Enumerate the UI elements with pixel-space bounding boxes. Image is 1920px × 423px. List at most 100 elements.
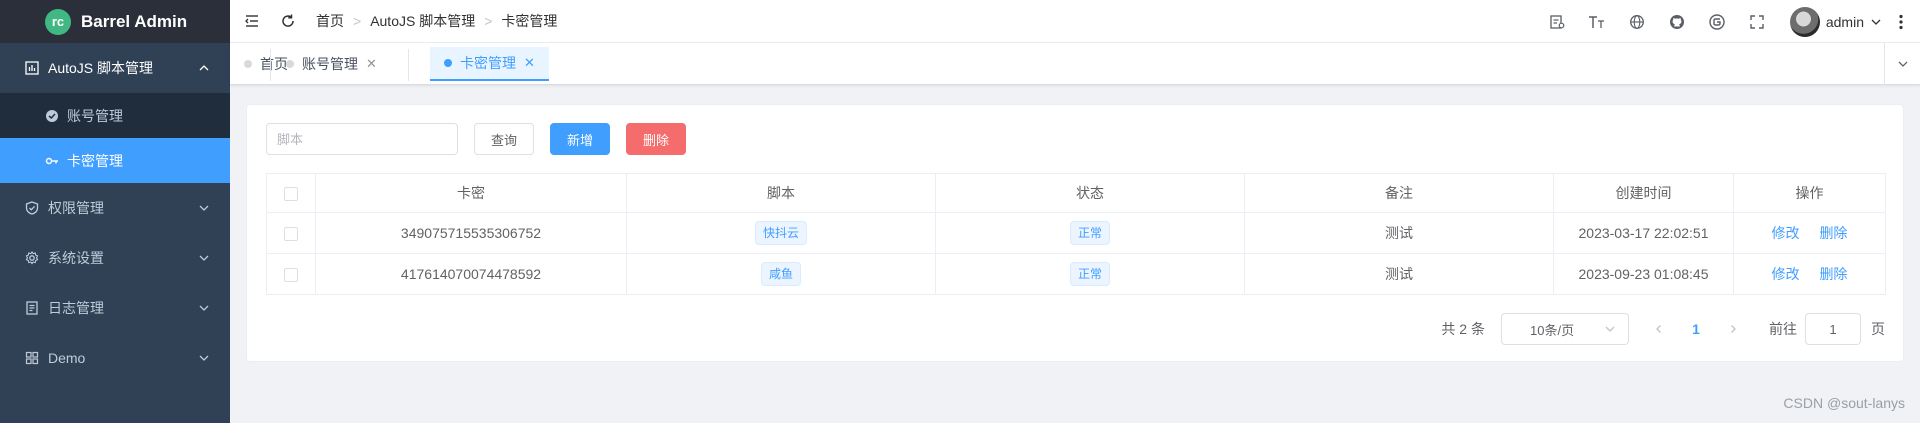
close-icon[interactable]: ✕ <box>524 55 535 71</box>
script-search-input[interactable] <box>266 123 458 155</box>
chevron-down-icon <box>199 255 209 261</box>
tab-account[interactable]: 账号管理 ✕ <box>272 47 391 81</box>
sidebar-item-demo[interactable]: Demo <box>0 333 230 383</box>
pagination: 共 2 条 10条/页 1 前往 页 <box>1441 313 1885 345</box>
script-cell: 咸鱼 <box>626 253 936 295</box>
tab-dot-icon <box>244 60 252 68</box>
more-vertical-icon[interactable] <box>1892 13 1910 31</box>
gear-icon <box>24 250 40 266</box>
select-all-checkbox[interactable] <box>284 187 298 202</box>
query-button[interactable]: 查询 <box>474 123 534 155</box>
navbar: 首页 > AutoJS 脚本管理 > 卡密管理 admin <box>230 0 1920 43</box>
tab-label: 卡密管理 <box>460 55 516 71</box>
remark-cell: 测试 <box>1244 212 1554 254</box>
delete-link[interactable]: 删除 <box>1819 266 1847 282</box>
grid-icon <box>24 350 40 366</box>
watermark: CSDN @sout-lanys <box>1783 395 1905 411</box>
chevron-down-icon <box>199 205 209 211</box>
language-icon[interactable] <box>1628 13 1646 31</box>
logo[interactable]: rc Barrel Admin <box>0 0 230 43</box>
column-header: 创建时间 <box>1553 173 1734 213</box>
sidebar-item-permission[interactable]: 权限管理 <box>0 183 230 233</box>
row-checkbox[interactable] <box>284 268 298 283</box>
avatar[interactable] <box>1789 6 1820 37</box>
account-icon <box>45 109 59 123</box>
status-badge: 正常 <box>1069 262 1110 286</box>
log-icon <box>24 300 40 316</box>
sidebar-item-card[interactable]: 卡密管理 <box>0 138 230 183</box>
chevron-down-icon[interactable] <box>1870 16 1882 28</box>
actions-cell: 修改 删除 <box>1733 212 1886 254</box>
sidebar-item-account[interactable]: 账号管理 <box>0 93 230 138</box>
chevron-down-icon <box>1898 61 1907 67</box>
tab-dot-icon <box>444 59 452 67</box>
sidebar-item-autojs[interactable]: AutoJS 脚本管理 <box>0 43 230 93</box>
row-checkbox[interactable] <box>284 227 298 242</box>
tab-dot-icon <box>286 60 294 68</box>
shield-icon <box>24 200 40 216</box>
fullscreen-icon[interactable] <box>1748 13 1766 31</box>
gitee-icon[interactable] <box>1708 13 1726 31</box>
goto-label: 前往 <box>1769 321 1797 337</box>
breadcrumb-autojs[interactable]: AutoJS 脚本管理 <box>370 11 475 31</box>
page-size-value: 10条/页 <box>1530 322 1575 338</box>
logo-icon: rc <box>45 8 71 35</box>
sidebar-item-label: 日志管理 <box>48 300 104 316</box>
status-badge: 正常 <box>1069 221 1110 245</box>
sidebar-item-settings[interactable]: 系统设置 <box>0 233 230 283</box>
chart-icon <box>24 60 40 76</box>
column-header: 备注 <box>1244 173 1554 213</box>
sidebar-item-logs[interactable]: 日志管理 <box>0 283 230 333</box>
edit-link[interactable]: 修改 <box>1772 266 1800 282</box>
app-title: Barrel Admin <box>81 11 188 31</box>
tab-label: 账号管理 <box>302 56 358 72</box>
script-tag: 咸鱼 <box>760 262 801 286</box>
edit-link[interactable]: 修改 <box>1772 225 1800 241</box>
breadcrumb-separator-icon: > <box>353 13 362 29</box>
user-name[interactable]: admin <box>1826 14 1864 30</box>
table-header: 卡密 脚本 状态 备注 创建时间 操作 <box>266 173 1886 213</box>
tab-card[interactable]: 卡密管理 ✕ <box>430 47 549 81</box>
add-button[interactable]: 新增 <box>550 123 610 155</box>
page-size-select[interactable]: 10条/页 <box>1501 313 1629 345</box>
card-code: 349075715535306752 <box>315 212 627 254</box>
screenshot-icon[interactable] <box>1548 13 1566 31</box>
navbar-tools: admin <box>1526 0 1920 43</box>
close-icon[interactable]: ✕ <box>366 56 377 72</box>
next-page-icon[interactable] <box>1719 315 1747 343</box>
card-code: 417614070074478592 <box>315 253 627 295</box>
actions-cell: 修改 删除 <box>1733 253 1886 295</box>
tabs-dropdown[interactable] <box>1884 43 1920 85</box>
tags-view: 首页 账号管理 ✕ 卡密管理 ✕ <box>230 43 1920 85</box>
breadcrumb: 首页 > AutoJS 脚本管理 > 卡密管理 <box>316 11 557 31</box>
key-icon <box>45 154 59 168</box>
row-select-cell <box>266 212 316 254</box>
sidebar: rc Barrel Admin AutoJS 脚本管理 账号管理 卡密管理 权限… <box>0 0 230 423</box>
github-icon[interactable] <box>1668 13 1686 31</box>
refresh-icon[interactable] <box>280 13 296 29</box>
column-header: 卡密 <box>315 173 627 213</box>
chevron-down-icon <box>199 355 209 361</box>
current-page[interactable]: 1 <box>1681 321 1711 337</box>
page-jump-input[interactable] <box>1805 313 1861 345</box>
chevron-down-icon <box>1605 326 1615 332</box>
tab-divider <box>408 49 409 81</box>
remark-cell: 测试 <box>1244 253 1554 295</box>
column-header: 脚本 <box>626 173 936 213</box>
table-row: 349075715535306752 快抖云 正常 测试 2023-03-17 … <box>266 212 1886 254</box>
chevron-up-icon <box>199 65 209 71</box>
total-count: 共 2 条 <box>1441 321 1485 337</box>
delete-link[interactable]: 删除 <box>1819 225 1847 241</box>
column-header: 状态 <box>935 173 1245 213</box>
font-size-icon[interactable] <box>1588 13 1606 31</box>
prev-page-icon[interactable] <box>1645 315 1673 343</box>
breadcrumb-home[interactable]: 首页 <box>316 11 344 31</box>
script-tag: 快抖云 <box>754 221 807 245</box>
card-table: 卡密 脚本 状态 备注 创建时间 操作 349075715535306752 快… <box>266 173 1886 295</box>
sidebar-item-label: AutoJS 脚本管理 <box>48 60 154 76</box>
delete-button[interactable]: 删除 <box>626 123 686 155</box>
tab-divider <box>270 49 271 81</box>
created-time: 2023-03-17 22:02:51 <box>1553 212 1734 254</box>
table-row: 417614070074478592 咸鱼 正常 测试 2023-09-23 0… <box>266 253 1886 295</box>
menu-fold-icon[interactable] <box>244 13 260 29</box>
